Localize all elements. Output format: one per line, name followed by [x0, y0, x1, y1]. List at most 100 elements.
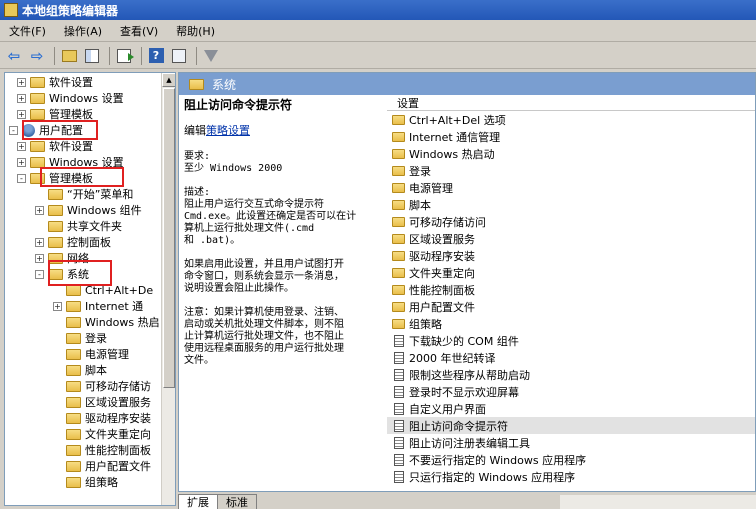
list-item[interactable]: 组策略 — [387, 315, 755, 332]
tree-item-label: Windows 设置 — [49, 92, 124, 105]
list-item-label: 区域设置服务 — [409, 232, 475, 246]
scroll-up-arrow-icon[interactable]: ▲ — [162, 73, 175, 87]
tree-item[interactable]: + 控制面板 — [35, 234, 111, 250]
enabled-line: 如果启用此设置，并且用户试图打开 — [184, 259, 344, 270]
tree-item[interactable]: + 软件设置 — [17, 138, 93, 154]
menu-action[interactable]: 操作(A) — [55, 23, 111, 39]
toolbar-separator — [196, 46, 197, 65]
highlight-admin-templates — [40, 167, 124, 187]
list-item-label: Internet 通信管理 — [409, 130, 501, 144]
collapse-icon[interactable]: - — [9, 125, 18, 135]
filter-button[interactable] — [201, 46, 221, 66]
list-item[interactable]: 性能控制面板 — [387, 281, 755, 298]
expand-icon[interactable]: + — [17, 109, 26, 119]
expand-icon[interactable]: + — [53, 301, 62, 311]
list-item[interactable]: Ctrl+Alt+Del 选项 — [387, 111, 755, 128]
toolbar: ⇦ ⇨ ? — [0, 43, 756, 69]
collapse-icon[interactable]: - — [35, 269, 44, 279]
tree-item[interactable]: 性能控制面板 — [53, 442, 151, 458]
tab-standard[interactable]: 标准 — [217, 494, 257, 509]
list-item[interactable]: 登录时不显示欢迎屏幕 — [387, 383, 755, 400]
folder-icon — [392, 301, 405, 312]
list-item[interactable]: 下载缺少的 COM 组件 — [387, 332, 755, 349]
list-item[interactable]: 用户配置文件 — [387, 298, 755, 315]
properties-button[interactable] — [169, 46, 189, 66]
folder-icon — [189, 78, 204, 90]
export-list-button[interactable] — [114, 46, 134, 66]
list-item-label: 脚本 — [409, 198, 431, 212]
list-item[interactable]: 阻止访问注册表编辑工具 — [387, 434, 755, 451]
tree-item[interactable]: + 软件设置 — [17, 74, 93, 90]
folder-icon — [30, 156, 45, 168]
expand-icon[interactable]: + — [17, 93, 26, 103]
enabled-line: 命令窗口，则系统会显示一条消息， — [184, 271, 344, 282]
help-button[interactable]: ? — [146, 46, 166, 66]
list-item[interactable]: 只运行指定的 Windows 应用程序 — [387, 468, 755, 485]
list-item[interactable]: 2000 年世纪转译 — [387, 349, 755, 366]
details-horizontal-scrollbar[interactable] — [560, 495, 756, 509]
expand-icon[interactable]: + — [17, 157, 26, 167]
list-item[interactable]: 驱动程序安装 — [387, 247, 755, 264]
req-value: 至少 Windows 2000 — [184, 163, 283, 174]
list-item[interactable]: 文件夹重定向 — [387, 264, 755, 281]
folder-icon — [66, 396, 81, 408]
tree-item[interactable]: 可移动存储访 — [53, 378, 151, 394]
expand-icon[interactable]: + — [17, 141, 26, 151]
expand-icon[interactable]: + — [35, 205, 44, 215]
description-text: 描述: 阻止用户运行交互式命令提示符 Cmd.exe。此设置还确定是否可以在计 … — [184, 187, 384, 247]
list-item[interactable]: 阻止访问命令提示符 — [387, 417, 755, 434]
list-item[interactable]: Internet 通信管理 — [387, 128, 755, 145]
menu-view[interactable]: 查看(V) — [111, 23, 167, 39]
help-icon: ? — [148, 48, 164, 63]
list-item[interactable]: 自定义用户界面 — [387, 400, 755, 417]
policy-setting-icon — [394, 351, 404, 364]
back-button[interactable]: ⇦ — [4, 46, 24, 66]
list-item[interactable]: 电源管理 — [387, 179, 755, 196]
tree-item[interactable]: 驱动程序安装 — [53, 410, 151, 426]
tree-item-label: 性能控制面板 — [85, 444, 151, 457]
tree-item[interactable]: + Windows 组件 — [35, 202, 142, 218]
scroll-thumb[interactable] — [163, 88, 175, 388]
tree-item[interactable]: Windows 热启 — [53, 314, 160, 330]
expand-icon[interactable]: + — [35, 253, 44, 263]
tree-item[interactable]: 脚本 — [53, 362, 107, 378]
list-item[interactable]: 登录 — [387, 162, 755, 179]
tree-item[interactable]: 用户配置文件 — [53, 458, 151, 474]
list-item[interactable]: 区域设置服务 — [387, 230, 755, 247]
tree-item[interactable]: + Windows 设置 — [17, 90, 124, 106]
tree-item-label: 共享文件夹 — [67, 220, 122, 233]
details-pane: 系统 阻止访问命令提示符 编辑策略设置 要求: 至少 Windows 2000 … — [178, 72, 756, 492]
tree-item-label: 电源管理 — [85, 348, 129, 361]
expand-icon[interactable]: + — [35, 237, 44, 247]
tree-item-label: 脚本 — [85, 364, 107, 377]
collapse-icon[interactable]: - — [17, 173, 26, 183]
requirements-text: 要求: 至少 Windows 2000 — [184, 151, 384, 175]
tree-item[interactable]: 组策略 — [53, 474, 118, 490]
column-header-setting[interactable]: 设置 — [387, 95, 755, 111]
folder-icon — [66, 284, 81, 296]
menu-file[interactable]: 文件(F) — [0, 23, 55, 39]
tree-item[interactable]: “开始”菜单和 — [35, 186, 133, 202]
tree-item[interactable]: 共享文件夹 — [35, 218, 122, 234]
expand-icon[interactable]: + — [17, 77, 26, 87]
folder-icon — [66, 364, 81, 376]
tree-item[interactable]: 电源管理 — [53, 346, 129, 362]
list-item[interactable]: Windows 热启动 — [387, 145, 755, 162]
tree-vertical-scrollbar[interactable]: ▲ — [161, 73, 175, 505]
show-hide-tree-button[interactable] — [82, 46, 102, 66]
tab-extended[interactable]: 扩展 — [178, 494, 218, 509]
tree-item[interactable]: + Internet 通 — [53, 298, 143, 314]
menu-help[interactable]: 帮助(H) — [167, 23, 224, 39]
tree-item[interactable]: 文件夹重定向 — [53, 426, 151, 442]
edit-policy-settings-link[interactable]: 策略设置 — [206, 124, 250, 137]
list-item[interactable]: 限制这些程序从帮助启动 — [387, 366, 755, 383]
forward-button[interactable]: ⇨ — [27, 46, 47, 66]
list-item[interactable]: 可移动存储访问 — [387, 213, 755, 230]
list-item[interactable]: 不要运行指定的 Windows 应用程序 — [387, 451, 755, 468]
tree-item[interactable]: 区域设置服务 — [53, 394, 151, 410]
list-item-label: 只运行指定的 Windows 应用程序 — [409, 470, 576, 484]
up-level-button[interactable] — [59, 46, 79, 66]
list-item[interactable]: 脚本 — [387, 196, 755, 213]
tree-item[interactable]: 登录 — [53, 330, 107, 346]
policy-setting-icon — [394, 334, 404, 347]
